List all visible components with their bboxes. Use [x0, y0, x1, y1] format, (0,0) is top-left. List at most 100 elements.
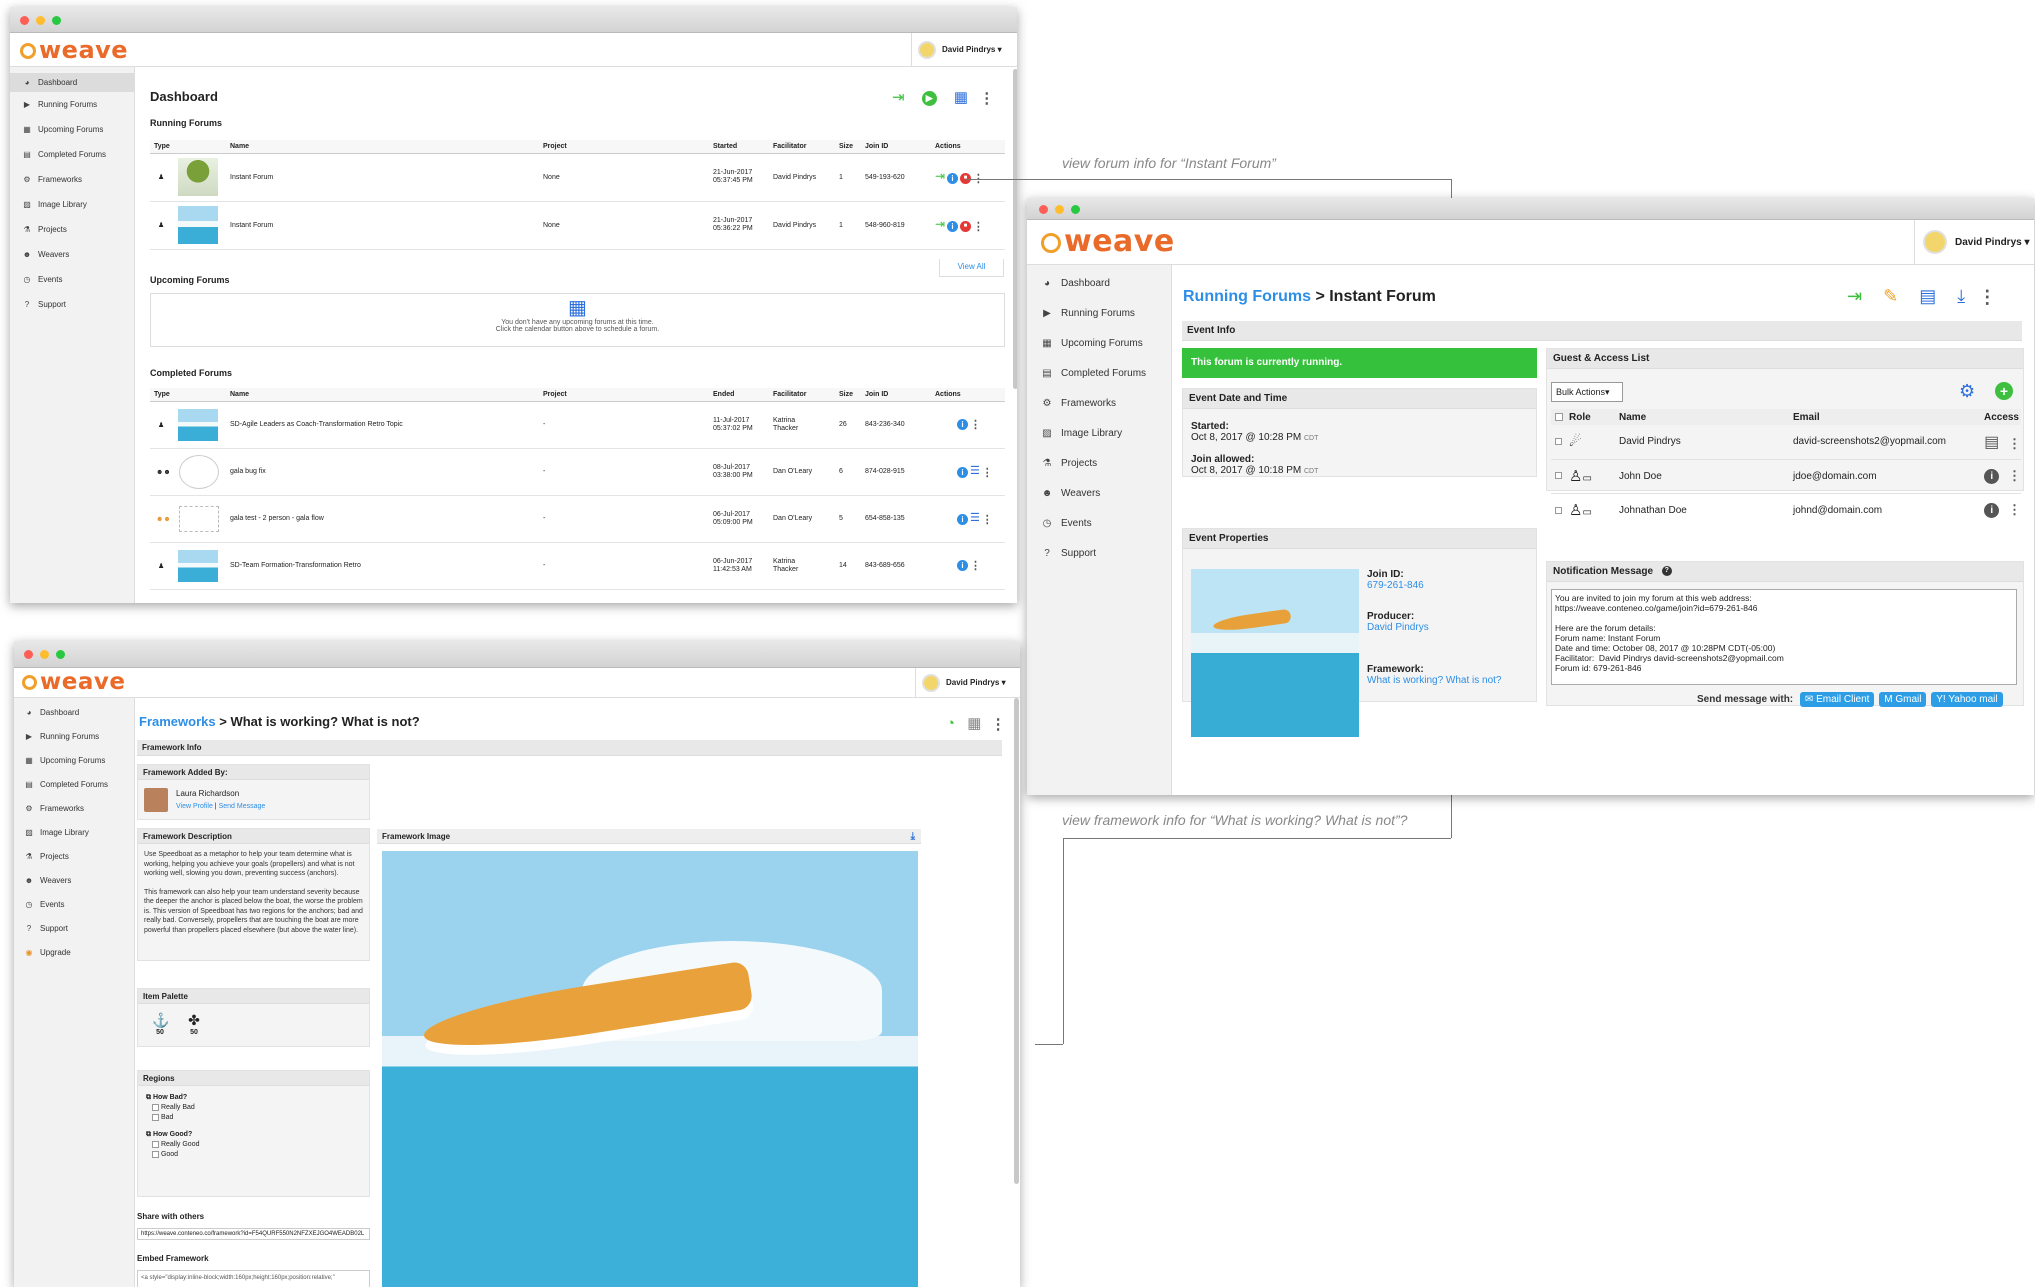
- info-icon[interactable]: i: [957, 419, 968, 430]
- sidebar-item-image-library[interactable]: ▨ Image Library: [14, 820, 134, 844]
- start-forum-icon[interactable]: ▶: [921, 90, 937, 106]
- column-header[interactable]: Project: [543, 388, 713, 402]
- palette-item[interactable]: ⚓ 50: [152, 1012, 169, 1036]
- settings-icon[interactable]: ⚙: [1959, 381, 1975, 402]
- region-item[interactable]: Really Bad: [146, 1103, 369, 1113]
- sidebar-item-events[interactable]: ◷ Events: [10, 267, 134, 292]
- table-row[interactable]: ☄ David Pindrys david-screenshots2@yopma…: [1551, 425, 2021, 459]
- sidebar-item-running-forums[interactable]: ▶ Running Forums: [14, 724, 134, 748]
- more-menu-icon[interactable]: ⋮: [991, 715, 1006, 733]
- column-header[interactable]: Name: [1619, 409, 1793, 425]
- send-message-link[interactable]: Send Message: [219, 803, 266, 810]
- column-header[interactable]: Role: [1569, 409, 1619, 425]
- column-header[interactable]: Project: [543, 140, 713, 154]
- select-all-checkbox[interactable]: [1555, 412, 1563, 421]
- weave-logo[interactable]: weave: [20, 36, 128, 64]
- forum-name[interactable]: SD-Agile Leaders as Coach-Transformation…: [230, 401, 543, 449]
- user-menu[interactable]: David Pindrys ▾: [915, 668, 1020, 697]
- sidebar-item-frameworks[interactable]: ⚙ Frameworks: [1027, 388, 1171, 418]
- info-icon[interactable]: i: [957, 513, 968, 525]
- sidebar-item-running-forums[interactable]: ▶ Running Forums: [10, 92, 134, 117]
- column-header[interactable]: Started: [713, 140, 773, 154]
- sidebar-item-upcoming-forums[interactable]: ▦ Upcoming Forums: [10, 117, 134, 142]
- minimize-window-button[interactable]: [1055, 205, 1064, 214]
- info-icon[interactable]: i: [1984, 468, 2000, 484]
- region-checkbox[interactable]: [152, 1103, 159, 1111]
- column-header[interactable]: Facilitator: [773, 140, 839, 154]
- forum-name[interactable]: Instant Forum: [230, 153, 543, 202]
- sidebar-item-support[interactable]: ? Support: [10, 292, 134, 317]
- row-menu-icon[interactable]: ⋮: [982, 466, 993, 479]
- column-header[interactable]: Type: [150, 140, 230, 154]
- column-header[interactable]: Size: [839, 388, 865, 402]
- help-icon[interactable]: ?: [1661, 566, 1672, 577]
- row-checkbox[interactable]: [1555, 472, 1562, 480]
- user-menu[interactable]: David Pindrys ▾: [1914, 220, 2034, 264]
- sidebar-item-frameworks[interactable]: ⚙ Frameworks: [14, 796, 134, 820]
- sidebar-item-dashboard[interactable]: ◕ Dashboard: [10, 73, 134, 92]
- region-item[interactable]: Bad: [146, 1113, 369, 1123]
- join-forum-icon[interactable]: ⇥: [892, 89, 905, 106]
- column-header[interactable]: Ended: [713, 388, 773, 402]
- sidebar-item-upgrade[interactable]: ◉ Upgrade: [14, 940, 134, 964]
- forum-name[interactable]: gala test - 2 person - gala flow: [230, 495, 543, 543]
- join-icon[interactable]: ⇥: [935, 169, 945, 183]
- list-icon[interactable]: ☰: [970, 465, 980, 477]
- stop-icon[interactable]: ■: [959, 220, 971, 232]
- column-header[interactable]: Size: [839, 140, 865, 154]
- maximize-window-button[interactable]: [52, 16, 61, 25]
- breadcrumb-link[interactable]: Frameworks: [139, 714, 216, 729]
- table-row[interactable]: ☻☻ gala bug fix - 08-Jul-2017 03:38:00 PM…: [150, 448, 1005, 496]
- column-header[interactable]: Email: [1793, 409, 1965, 425]
- embed-code-textarea[interactable]: <a style="display:inline-block;width:160…: [137, 1270, 370, 1287]
- region-checkbox[interactable]: [152, 1113, 159, 1121]
- add-guest-icon[interactable]: +: [1995, 382, 2013, 400]
- column-header[interactable]: Join ID: [865, 388, 935, 402]
- table-row[interactable]: ♙▭ Johnathan Doe johnd@domain.com i ⋮: [1551, 493, 2021, 527]
- user-menu[interactable]: David Pindrys ▾: [911, 33, 1017, 66]
- sidebar-item-support[interactable]: ? Support: [1027, 538, 1171, 568]
- region-item[interactable]: Really Good: [146, 1140, 369, 1150]
- schedule-calendar-icon[interactable]: ▦: [151, 297, 1004, 319]
- download-icon[interactable]: ⤓: [911, 829, 915, 844]
- table-row[interactable]: ♟ Instant Forum None 21-Jun-2017 05:37:45…: [150, 153, 1005, 202]
- sidebar-item-events[interactable]: ◷ Events: [14, 892, 134, 916]
- column-header[interactable]: Actions: [935, 140, 1005, 154]
- column-header[interactable]: Join ID: [865, 140, 935, 154]
- region-item[interactable]: Good: [146, 1150, 369, 1160]
- sidebar-item-dashboard[interactable]: ◕ Dashboard: [1027, 268, 1171, 298]
- bulk-actions-select[interactable]: Bulk Actions▾: [1551, 382, 1623, 402]
- producer-link[interactable]: David Pindrys: [1367, 622, 1502, 633]
- view-all-link[interactable]: View All: [939, 259, 1004, 277]
- sidebar-item-dashboard[interactable]: ◕ Dashboard: [14, 700, 134, 724]
- forum-name[interactable]: SD-Team Formation-Transformation Retro: [230, 542, 543, 590]
- join-forum-icon[interactable]: ⇥: [1847, 286, 1862, 306]
- row-menu-icon[interactable]: ⋮: [973, 220, 984, 233]
- view-profile-link[interactable]: View Profile: [176, 803, 213, 810]
- table-row[interactable]: ☻☻ gala test - 2 person - gala flow - 06…: [150, 495, 1005, 543]
- sidebar-item-projects[interactable]: ⚗ Projects: [10, 217, 134, 242]
- sidebar-item-image-library[interactable]: ▨ Image Library: [1027, 418, 1171, 448]
- column-header[interactable]: Type: [150, 388, 230, 402]
- weave-logo[interactable]: weave: [1041, 224, 1175, 259]
- scrollbar[interactable]: [1013, 69, 1017, 389]
- column-header[interactable]: Access: [1965, 409, 2021, 425]
- region-checkbox[interactable]: [152, 1140, 159, 1148]
- row-menu-icon[interactable]: ⋮: [982, 513, 993, 526]
- join-id-value[interactable]: 679-261-846: [1367, 580, 1502, 591]
- minimize-window-button[interactable]: [40, 650, 49, 659]
- gmail-button[interactable]: M Gmail: [1879, 692, 1927, 707]
- email-client-button[interactable]: ✉ Email Client: [1799, 692, 1875, 707]
- forum-name[interactable]: Instant Forum: [230, 201, 543, 250]
- join-icon[interactable]: ⇥: [935, 217, 945, 231]
- sidebar-item-projects[interactable]: ⚗ Projects: [1027, 448, 1171, 478]
- document-access-icon[interactable]: ▤: [1984, 434, 1999, 451]
- sidebar-item-projects[interactable]: ⚗ Projects: [14, 844, 134, 868]
- forum-name[interactable]: gala bug fix: [230, 448, 543, 496]
- column-header[interactable]: Facilitator: [773, 388, 839, 402]
- info-icon[interactable]: i: [1984, 502, 2000, 518]
- table-row[interactable]: ♟ Instant Forum None 21-Jun-2017 05:36:22…: [150, 201, 1005, 250]
- maximize-window-button[interactable]: [56, 650, 65, 659]
- edit-icon[interactable]: ✎: [1883, 286, 1898, 306]
- row-menu-icon[interactable]: ⋮: [2008, 468, 2021, 484]
